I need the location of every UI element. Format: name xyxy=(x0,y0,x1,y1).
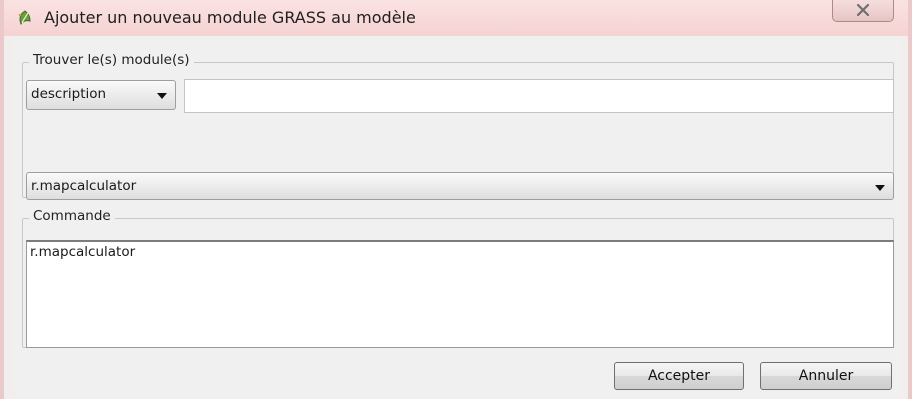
find-modules-legend: Trouver le(s) module(s) xyxy=(29,52,194,68)
accept-button[interactable]: Accepter xyxy=(614,362,744,390)
command-textarea[interactable]: r.mapcalculator xyxy=(26,240,894,348)
window-title: Ajouter un nouveau module GRASS au modèl… xyxy=(44,8,416,27)
dialog-body: Trouver le(s) module(s) description r.ma… xyxy=(14,36,902,396)
close-button[interactable] xyxy=(832,0,894,22)
cancel-button-label: Annuler xyxy=(798,368,854,384)
chevron-down-icon xyxy=(157,93,167,99)
module-dropdown-value: r.mapcalculator xyxy=(31,178,137,194)
chevron-down-icon xyxy=(875,185,885,191)
close-icon xyxy=(856,2,870,21)
cancel-button[interactable]: Annuler xyxy=(760,362,892,390)
search-input[interactable] xyxy=(184,79,894,113)
search-filter-value: description xyxy=(31,86,107,102)
accept-button-label: Accepter xyxy=(647,368,711,384)
grass-leaf-icon xyxy=(16,9,34,27)
command-legend: Commande xyxy=(29,208,115,224)
title-bar[interactable]: Ajouter un nouveau module GRASS au modèl… xyxy=(4,0,908,36)
module-dropdown[interactable]: r.mapcalculator xyxy=(26,172,894,200)
dialog-window: Ajouter un nouveau module GRASS au modèl… xyxy=(0,0,912,399)
search-filter-dropdown[interactable]: description xyxy=(26,80,176,110)
command-text: r.mapcalculator xyxy=(30,244,136,260)
